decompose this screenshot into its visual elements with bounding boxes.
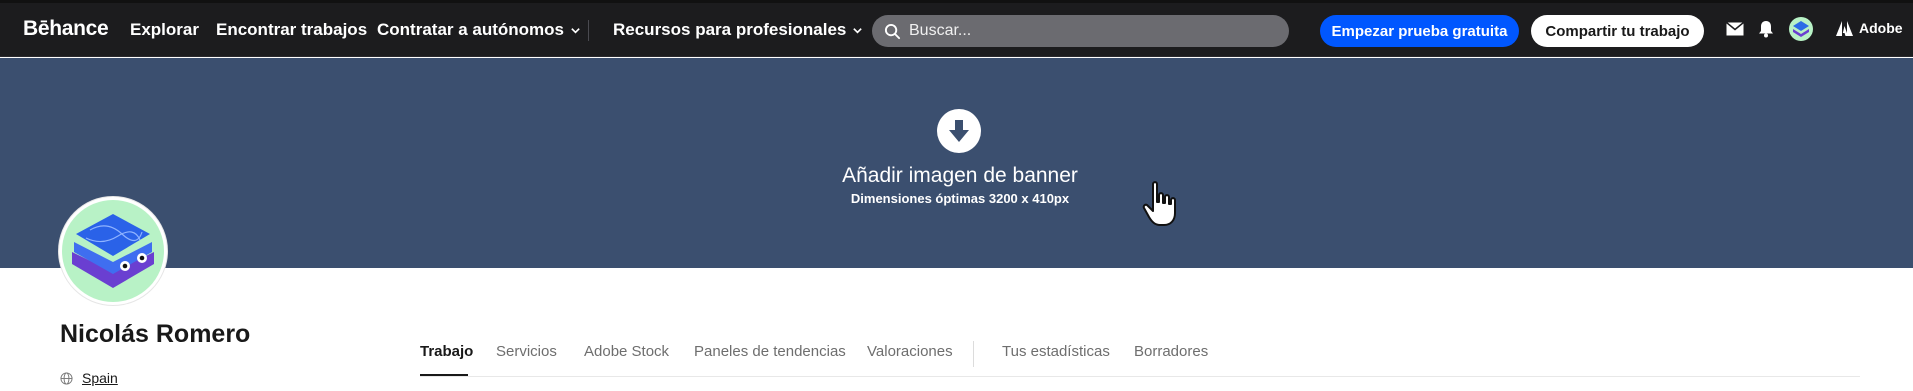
nav-divider — [588, 20, 589, 41]
bell-icon[interactable] — [1758, 20, 1774, 38]
download-arrow-icon[interactable] — [937, 109, 981, 153]
start-free-trial-button[interactable]: Empezar prueba gratuita — [1320, 15, 1519, 47]
adobe-logo-icon — [1836, 20, 1853, 36]
adobe-menu[interactable]: Adobe — [1836, 20, 1903, 36]
globe-icon — [60, 371, 73, 385]
tab-servicios[interactable]: Servicios — [496, 343, 557, 360]
banner-title: Añadir imagen de banner — [842, 164, 1078, 187]
location-link[interactable]: Spain — [82, 370, 118, 386]
tab-paneles-de-tendencias[interactable]: Paneles de tendencias — [694, 343, 846, 360]
tab-borradores[interactable]: Borradores — [1134, 343, 1208, 360]
nav-resources-label: Recursos para profesionales — [613, 20, 847, 39]
share-your-work-button[interactable]: Compartir tu trabajo — [1531, 15, 1704, 47]
hand-pointer-icon — [1142, 181, 1176, 226]
banner-dimensions: Dimensiones óptimas 3200 x 410px — [850, 191, 1070, 206]
nav-resources[interactable]: Recursos para profesionales — [613, 20, 863, 40]
behance-logo[interactable]: Bēhance — [23, 17, 109, 41]
tabs-divider — [973, 341, 974, 367]
profile-avatar-image — [72, 214, 154, 288]
banner-upload-area[interactable] — [0, 58, 1913, 268]
mail-icon[interactable] — [1726, 22, 1744, 36]
active-tab-indicator — [420, 374, 468, 376]
profile-location: Spain — [60, 370, 118, 386]
search-input[interactable] — [909, 22, 1269, 40]
nav-find-jobs-label: Encontrar trabajos — [216, 20, 368, 39]
profile-tabs: Trabajo Servicios Adobe Stock Paneles de… — [420, 341, 1860, 377]
adobe-label: Adobe — [1859, 20, 1903, 36]
tab-adobe-stock[interactable]: Adobe Stock — [584, 343, 669, 360]
tab-trabajo[interactable]: Trabajo — [420, 343, 473, 360]
nav-explore-label: Explorar — [130, 20, 199, 39]
nav-hire-label: Contratar a autónomos — [377, 20, 565, 39]
search-icon — [884, 23, 901, 39]
tab-tus-estadisticas[interactable]: Tus estadísticas — [1002, 343, 1110, 360]
chevron-down-icon — [571, 27, 580, 34]
top-navigation: Bēhance Explorar Encontrar trabajos Cont… — [0, 0, 1913, 57]
profile-avatar[interactable] — [59, 197, 167, 305]
search-bar[interactable] — [872, 15, 1289, 47]
tab-valoraciones[interactable]: Valoraciones — [867, 343, 953, 360]
chevron-down-icon — [853, 27, 863, 34]
nav-find-jobs[interactable]: Encontrar trabajos — [216, 20, 367, 40]
nav-hire-freelancers[interactable]: Contratar a autónomos — [377, 20, 581, 40]
user-avatar[interactable] — [1789, 17, 1813, 41]
profile-name: Nicolás Romero — [60, 320, 251, 348]
nav-explore[interactable]: Explorar — [130, 20, 199, 40]
